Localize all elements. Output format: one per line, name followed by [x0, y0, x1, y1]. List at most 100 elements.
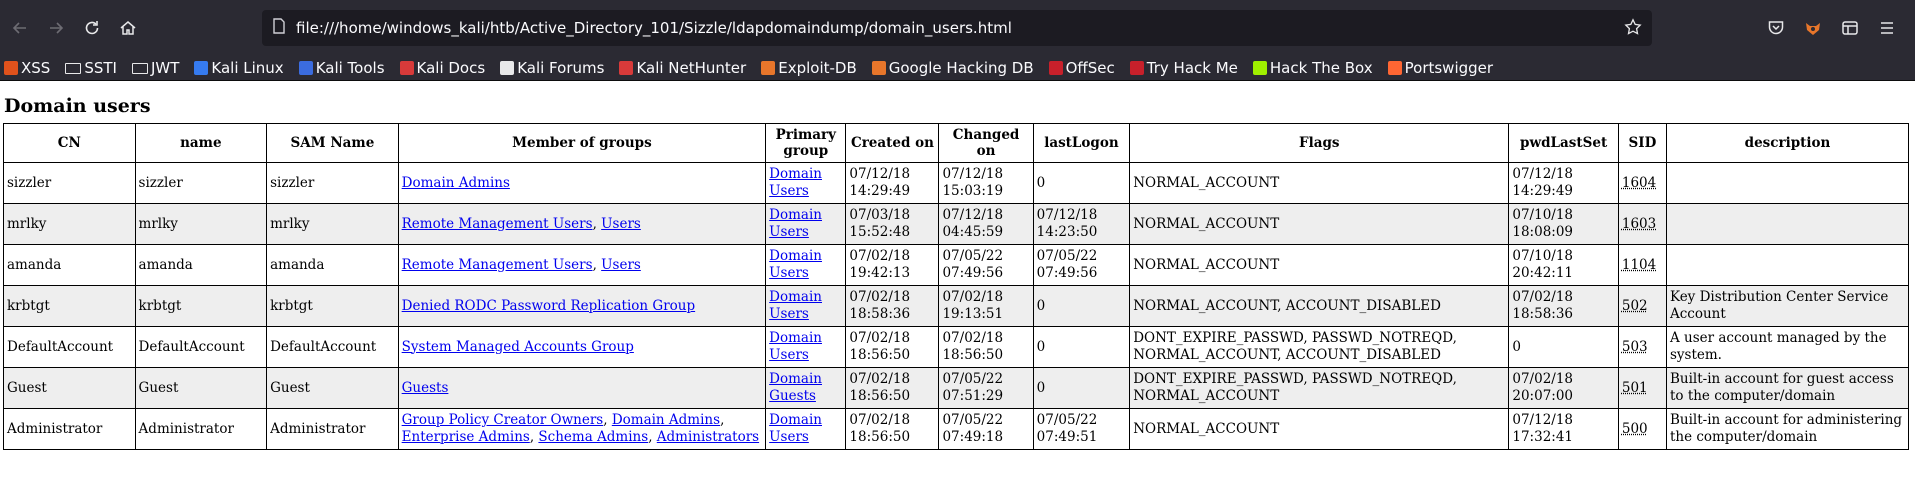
kali-forums-icon: [500, 61, 515, 75]
primary-group-link[interactable]: Domain Guests: [769, 371, 822, 404]
cell-member-of-groups: Remote Management Users, Users: [397, 244, 767, 286]
menu-button[interactable]: [1873, 14, 1901, 42]
column-header: Created on: [845, 123, 940, 163]
forward-button[interactable]: [42, 14, 70, 42]
bookmark-item[interactable]: Kali NetHunter: [619, 59, 746, 77]
group-link[interactable]: Domain Admins: [402, 175, 510, 191]
cell-last-logon: 0: [1032, 285, 1131, 327]
table-row: Guest Guest Guest Guests Domain Guests 07/02/…: [3, 367, 1910, 409]
cell-changed-on: 07/12/18 15:03:19: [938, 162, 1034, 204]
bookmark-item[interactable]: Exploit-DB: [761, 59, 857, 77]
bookmark-star-icon[interactable]: [1624, 18, 1642, 40]
exploit-db-icon: [761, 61, 776, 75]
reload-icon: [85, 21, 99, 35]
group-link[interactable]: Administrators: [657, 429, 759, 445]
cell-sam-name: mrlky: [266, 203, 399, 245]
bookmark-item[interactable]: Kali Linux: [194, 59, 284, 77]
bookmark-label: Portswigger: [1404, 59, 1494, 77]
bookmark-item[interactable]: XSS: [4, 59, 50, 77]
cell-name: mrlky: [134, 203, 268, 245]
container-icon: [1842, 21, 1858, 35]
cell-member-of-groups: Denied RODC Password Replication Group: [397, 285, 767, 327]
cell-description: Key Distribution Center Service Account: [1665, 285, 1910, 327]
bookmark-item[interactable]: JWT: [131, 59, 179, 77]
group-link[interactable]: Remote Management Users: [402, 257, 593, 273]
back-button[interactable]: [6, 14, 34, 42]
cell-sam-name: Guest: [266, 367, 399, 409]
bookmark-item[interactable]: Google Hacking DB: [871, 59, 1034, 77]
cell-last-logon: 07/05/22 07:49:51: [1032, 408, 1131, 450]
sid-value[interactable]: 1104: [1622, 257, 1656, 273]
cell-changed-on: 07/12/18 04:45:59: [938, 203, 1034, 245]
page-icon: [272, 18, 286, 38]
column-header: CN: [3, 123, 136, 163]
extension-button[interactable]: [1799, 14, 1827, 42]
group-link[interactable]: Group Policy Creator Owners: [402, 412, 604, 428]
bookmark-item[interactable]: SSTI: [65, 59, 117, 77]
cell-sid: 1104: [1617, 244, 1667, 286]
hackthebox-icon: [1252, 61, 1267, 75]
group-link[interactable]: Users: [601, 257, 641, 273]
bookmark-item[interactable]: OffSec: [1048, 59, 1115, 77]
primary-group-link[interactable]: Domain Users: [769, 207, 822, 240]
group-link[interactable]: Denied RODC Password Replication Group: [402, 298, 695, 314]
primary-group-link[interactable]: Domain Users: [769, 166, 822, 199]
bookmark-label: Kali Tools: [315, 59, 385, 77]
sid-value[interactable]: 501: [1622, 380, 1648, 396]
cell-member-of-groups: Guests: [397, 367, 767, 409]
bookmark-item[interactable]: Try Hack Me: [1129, 59, 1238, 77]
group-link[interactable]: System Managed Accounts Group: [402, 339, 634, 355]
cell-sid: 500: [1617, 408, 1667, 450]
column-header: description: [1665, 123, 1910, 163]
nethunter-icon: [619, 61, 634, 75]
group-link[interactable]: Users: [601, 216, 641, 232]
primary-group-link[interactable]: Domain Users: [769, 289, 822, 322]
reload-button[interactable]: [78, 14, 106, 42]
home-button[interactable]: [114, 14, 142, 42]
bookmark-item[interactable]: Kali Docs: [399, 59, 485, 77]
bookmark-item[interactable]: Hack The Box: [1252, 59, 1373, 77]
table-row: sizzler sizzler sizzler Domain Admins Domain…: [3, 162, 1910, 204]
cell-created-on: 07/03/18 15:52:48: [845, 203, 940, 245]
sid-value[interactable]: 503: [1622, 339, 1648, 355]
primary-group-link[interactable]: Domain Users: [769, 330, 822, 363]
offsec-icon: [1048, 61, 1063, 75]
sid-value[interactable]: 1604: [1622, 175, 1656, 191]
cell-pwd-last-set: 07/12/18 17:32:41: [1508, 408, 1619, 450]
bookmark-label: XSS: [21, 59, 51, 77]
cell-primary-group: Domain Users: [765, 326, 847, 368]
sid-value[interactable]: 502: [1622, 298, 1648, 314]
cell-pwd-last-set: 0: [1508, 326, 1619, 368]
cell-member-of-groups: Remote Management Users, Users: [397, 203, 767, 245]
cell-name: Guest: [134, 367, 268, 409]
bookmark-label: SSTI: [84, 59, 117, 77]
address-bar[interactable]: file:///home/windows_kali/htb/Active_Dir…: [262, 10, 1652, 46]
cell-flags: DONT_EXPIRE_PASSWD, PASSWD_NOTREQD, NORM…: [1129, 326, 1510, 368]
table-row: krbtgt krbtgt krbtgt Denied RODC Password R…: [3, 285, 1910, 327]
foxyproxy-icon: [1806, 23, 1820, 35]
primary-group-link[interactable]: Domain Users: [769, 412, 822, 445]
cell-sid: 502: [1617, 285, 1667, 327]
group-link[interactable]: Remote Management Users: [402, 216, 593, 232]
group-link[interactable]: Schema Admins: [538, 429, 648, 445]
bookmark-item[interactable]: Kali Tools: [298, 59, 385, 77]
cell-primary-group: Domain Users: [765, 408, 847, 450]
pocket-button[interactable]: [1762, 14, 1790, 42]
container-button[interactable]: [1836, 14, 1864, 42]
bookmark-item[interactable]: Portswigger: [1387, 59, 1494, 77]
sid-value[interactable]: 1603: [1622, 216, 1656, 232]
cell-name: krbtgt: [134, 285, 268, 327]
cell-cn: Administrator: [3, 408, 136, 450]
sid-value[interactable]: 500: [1622, 421, 1648, 437]
column-header: Primary group: [765, 123, 847, 163]
group-link[interactable]: Domain Admins: [612, 412, 720, 428]
group-link[interactable]: Guests: [402, 380, 449, 396]
group-link[interactable]: Enterprise Admins: [402, 429, 530, 445]
table-row: DefaultAccount DefaultAccount DefaultAccou…: [3, 326, 1910, 368]
primary-group-link[interactable]: Domain Users: [769, 248, 822, 281]
folder-icon: [131, 62, 148, 74]
bookmark-item[interactable]: Kali Forums: [500, 59, 604, 77]
cell-pwd-last-set: 07/10/18 18:08:09: [1508, 203, 1619, 245]
hamburger-menu-icon: [1881, 22, 1893, 34]
url-text[interactable]: file:///home/windows_kali/htb/Active_Dir…: [296, 19, 1012, 37]
